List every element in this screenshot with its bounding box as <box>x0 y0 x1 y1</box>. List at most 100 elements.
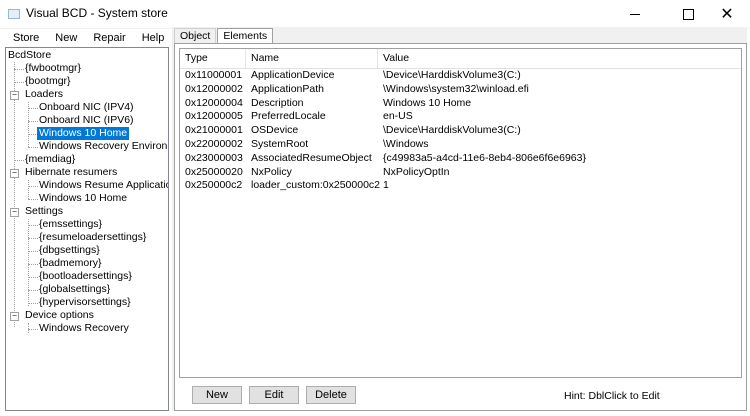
collapse-loaders-icon[interactable]: − <box>10 91 19 100</box>
cell-value: 1 <box>383 179 389 192</box>
tree-line <box>14 62 15 327</box>
tree-line <box>28 264 38 265</box>
close-button[interactable]: ✕ <box>704 0 750 28</box>
tree-line <box>28 290 38 291</box>
tree-node-loaders[interactable]: Loaders <box>25 88 63 101</box>
close-icon: ✕ <box>720 4 734 23</box>
tree-line <box>14 69 24 70</box>
table-row[interactable]: 0x12000004 Description Windows 10 Home <box>180 97 741 110</box>
cell-name: PreferredLocale <box>251 110 326 123</box>
collapse-settings-icon[interactable]: − <box>10 208 19 217</box>
tab-object[interactable]: Object <box>174 28 217 43</box>
cell-name: AssociatedResumeObject <box>251 151 372 164</box>
new-button[interactable]: New <box>192 386 242 404</box>
cell-type: 0x22000002 <box>185 138 243 150</box>
cell-name: Description <box>251 96 304 109</box>
tree-node-loader[interactable]: Windows Recovery Environment <box>39 140 168 153</box>
menu-new[interactable]: New <box>47 32 85 44</box>
minimize-button[interactable] <box>612 0 658 28</box>
menu-help[interactable]: Help <box>134 32 173 44</box>
column-header-type[interactable]: Type <box>180 49 246 68</box>
tree-node-device-options[interactable]: Device options <box>25 309 94 322</box>
cell-type: 0x12000002 <box>185 82 243 95</box>
tree-line <box>28 251 38 252</box>
tree-root[interactable]: BcdStore <box>8 49 51 62</box>
cell-name: loader_custom:0x250000c2 <box>251 179 381 192</box>
menu-bar: Store New Repair Help <box>5 29 170 46</box>
tree-line <box>28 180 29 199</box>
cell-type: 0x11000001 <box>185 69 243 81</box>
tree-node-setting[interactable]: {resumeloadersettings} <box>39 231 146 244</box>
cell-name: SystemRoot <box>251 138 309 150</box>
cell-value: \Windows <box>383 138 429 150</box>
column-header-value[interactable]: Value <box>378 49 741 68</box>
cell-type: 0x12000004 <box>185 96 243 109</box>
tree-line <box>28 219 29 306</box>
tree-node-bootmgr[interactable]: {bootmgr} <box>25 75 71 88</box>
tree-node-loader-selected[interactable]: Windows 10 Home <box>37 127 130 140</box>
grid-header: Type Name Value <box>180 49 741 69</box>
tree-line <box>14 82 24 83</box>
cell-type: 0x25000020 <box>185 165 243 178</box>
tree-node-fwbootmgr[interactable]: {fwbootmgr} <box>25 62 81 75</box>
cell-value: NxPolicyOptIn <box>383 165 450 178</box>
tree-line <box>28 277 38 278</box>
app-icon <box>8 9 20 19</box>
table-row[interactable]: 0x12000002 ApplicationPath \Windows\system… <box>180 83 741 96</box>
tree-node-device[interactable]: Windows Recovery <box>39 322 129 335</box>
table-row[interactable]: 0x250000c2 loader_custom:0x250000c2 1 <box>180 179 741 192</box>
cell-value: {c49983a5-a4cd-11e6-8eb4-806e6f6e6963} <box>383 151 586 164</box>
tab-strip: Object Elements <box>174 28 274 44</box>
tree-node-settings[interactable]: Settings <box>25 205 63 218</box>
menu-repair[interactable]: Repair <box>85 32 133 44</box>
minimize-icon <box>630 13 640 15</box>
tree-line <box>28 186 38 187</box>
tree-line <box>28 329 38 330</box>
tree-line <box>28 238 38 239</box>
tree-node-memdiag[interactable]: {memdiag} <box>25 153 75 166</box>
cell-value: \Device\HarddiskVolume3(C:) <box>383 69 521 81</box>
menu-store[interactable]: Store <box>5 32 47 44</box>
tree-line <box>28 121 38 122</box>
tree-node-setting[interactable]: {dbgsettings} <box>39 244 100 257</box>
collapse-hibernate-icon[interactable]: − <box>10 169 19 178</box>
tree-line <box>28 147 38 148</box>
cell-value: \Windows\system32\winload.efi <box>383 82 529 95</box>
tree-node-resumer[interactable]: Windows 10 Home <box>39 192 127 205</box>
table-row[interactable]: 0x21000001 OSDevice \Device\HarddiskVolume… <box>180 124 741 137</box>
tree-node-setting[interactable]: {emssettings} <box>39 218 102 231</box>
column-header-name[interactable]: Name <box>246 49 378 68</box>
tree-node-hibernate-resumers[interactable]: Hibernate resumers <box>25 166 117 179</box>
tree-line <box>28 199 38 200</box>
tree-line <box>28 108 38 109</box>
delete-button[interactable]: Delete <box>306 386 356 404</box>
cell-name: NxPolicy <box>251 165 292 178</box>
tree-node-resumer[interactable]: Windows Resume Application <box>39 179 168 192</box>
tree-node-loader[interactable]: Onboard NIC (IPV4) <box>39 101 134 114</box>
tab-elements[interactable]: Elements <box>217 28 274 44</box>
table-row[interactable]: 0x25000020 NxPolicy NxPolicyOptIn <box>180 166 741 179</box>
tree-node-setting[interactable]: {hypervisorsettings} <box>39 296 131 309</box>
cell-type: 0x23000003 <box>185 151 243 164</box>
tree-node-setting[interactable]: {bootloadersettings} <box>39 270 132 283</box>
table-row[interactable]: 0x22000002 SystemRoot \Windows <box>180 138 741 151</box>
cell-value: en-US <box>383 110 413 123</box>
cell-type: 0x12000005 <box>185 110 243 123</box>
cell-type: 0x21000001 <box>185 124 243 137</box>
tree-line <box>28 225 38 226</box>
edit-button[interactable]: Edit <box>249 386 299 404</box>
title-bar: Visual BCD - System store ✕ <box>0 0 750 29</box>
tree-line <box>28 323 29 333</box>
elements-grid[interactable]: Type Name Value 0x11000001 ApplicationDev… <box>179 48 742 378</box>
tree-node-setting[interactable]: {globalsettings} <box>39 283 110 296</box>
cell-name: ApplicationPath <box>251 82 324 95</box>
tree-node-setting[interactable]: {badmemory} <box>39 257 101 270</box>
window-title: Visual BCD - System store <box>26 6 168 20</box>
tree-node-loader[interactable]: Onboard NIC (IPV6) <box>39 114 134 127</box>
bcd-tree-view[interactable]: BcdStore {fwbootmgr} {bootmgr} − Loaders… <box>5 47 169 411</box>
table-row[interactable]: 0x23000003 AssociatedResumeObject {c49983a… <box>180 152 741 165</box>
table-row[interactable]: 0x11000001 ApplicationDevice \Device\Hardd… <box>180 69 741 82</box>
table-row[interactable]: 0x12000005 PreferredLocale en-US <box>180 110 741 123</box>
maximize-icon <box>682 8 694 20</box>
collapse-device-options-icon[interactable]: − <box>10 312 19 321</box>
